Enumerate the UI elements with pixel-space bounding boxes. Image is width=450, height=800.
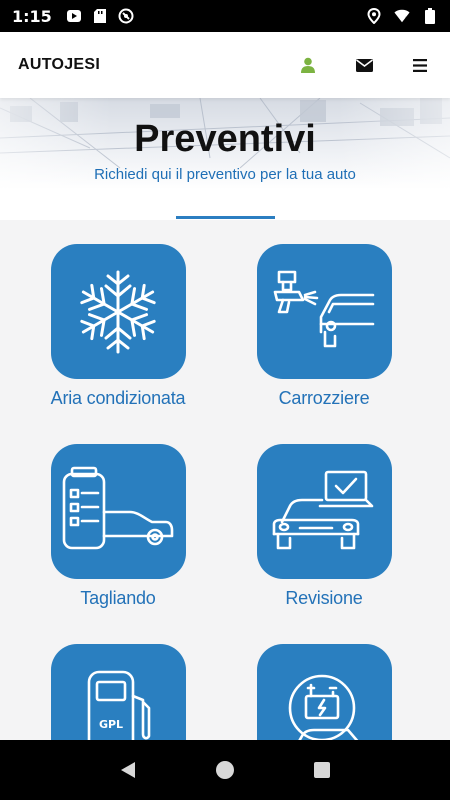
gpl-pump-icon: GPL xyxy=(87,670,151,740)
service-gpl[interactable]: GPL xyxy=(23,644,213,740)
status-time: 1:15 xyxy=(12,6,52,26)
title-underline xyxy=(176,216,275,219)
service-icon-box xyxy=(256,444,392,579)
sd-card-icon xyxy=(92,8,108,24)
service-carrozziere[interactable]: Carrozziere xyxy=(229,244,419,409)
battery-car-icon xyxy=(288,674,359,740)
app-title[interactable]: AUTOJESI xyxy=(18,56,100,74)
system-nav-bar xyxy=(0,740,450,800)
service-label: Aria condizionata xyxy=(50,388,186,408)
battery-icon xyxy=(422,8,438,24)
svg-text:GPL: GPL xyxy=(99,718,123,731)
service-tagliando[interactable]: Tagliando xyxy=(23,444,213,609)
service-aria-condizionata[interactable]: Aria condizionata xyxy=(23,244,213,409)
service-icon-box xyxy=(50,244,186,379)
service-icon-box xyxy=(50,444,186,579)
page-subtitle: Richiedi qui il preventivo per la tua au… xyxy=(94,166,356,183)
service-label: Tagliando xyxy=(80,588,156,608)
checklist-car-icon xyxy=(62,466,174,549)
service-icon-box: GPL xyxy=(50,644,186,740)
user-icon[interactable] xyxy=(296,53,320,77)
wifi-icon xyxy=(394,8,410,24)
hero-banner: Preventivi Richiedi qui il preventivo pe… xyxy=(0,98,450,220)
menu-icon[interactable] xyxy=(408,53,432,77)
services-grid: Aria condizionata Carrozziere Tagliando … xyxy=(0,220,450,740)
laptop-car-icon xyxy=(272,470,374,549)
service-icon-box xyxy=(256,244,392,379)
mail-icon[interactable] xyxy=(352,53,376,77)
status-bar: 1:15 xyxy=(0,0,450,32)
home-icon[interactable] xyxy=(210,755,240,785)
service-label: Revisione xyxy=(285,588,363,608)
back-icon[interactable] xyxy=(113,755,143,785)
no-disturb-icon xyxy=(118,8,134,24)
service-label: Carrozziere xyxy=(278,388,370,408)
play-store-icon xyxy=(66,8,82,24)
service-revisione[interactable]: Revisione xyxy=(229,444,419,609)
service-batteria[interactable] xyxy=(229,644,419,740)
spray-gun-car-icon xyxy=(273,270,375,347)
app-header: AUTOJESI xyxy=(0,32,450,98)
service-icon-box xyxy=(256,644,392,740)
page-title: Preventivi xyxy=(134,118,316,160)
location-icon xyxy=(366,8,382,24)
recents-icon[interactable] xyxy=(307,755,337,785)
header-actions xyxy=(264,53,432,77)
snowflake-icon xyxy=(75,270,161,353)
